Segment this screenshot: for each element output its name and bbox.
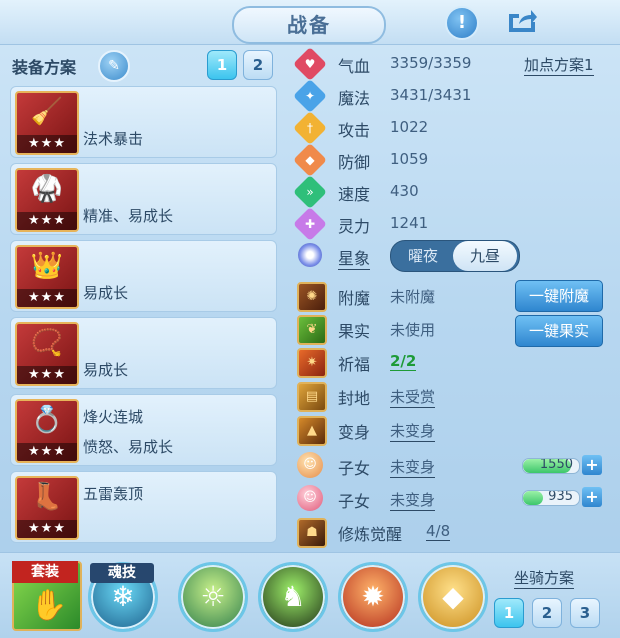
- child-label-1: 子女: [338, 459, 371, 478]
- shield-icon: ◆: [293, 143, 327, 177]
- boots-icon: 👢 ★★★: [15, 476, 79, 540]
- stat-def-label: 防御: [338, 153, 371, 172]
- skill-gold-icon[interactable]: ◆: [418, 562, 488, 632]
- stat-hp-label: 气血: [338, 57, 371, 76]
- transform-label: 变身: [338, 423, 371, 442]
- equip-slot-necklace[interactable]: 📿 ★★★ 易成长: [10, 317, 277, 389]
- equip-slot-helmet[interactable]: 👑 ★★★ 易成长: [10, 240, 277, 312]
- child-girl-icon: ☺: [297, 452, 323, 478]
- fief-label: 封地: [338, 389, 371, 408]
- astro-toggle[interactable]: 曜夜 九昼: [390, 240, 520, 272]
- speed-icon: »: [293, 175, 327, 209]
- transform-value[interactable]: 未变身: [390, 420, 436, 442]
- equip-slot-text: 法术暴击: [83, 130, 144, 148]
- equip-slot-special: 五雷轰顶: [83, 485, 144, 503]
- fruit-label: 果实: [338, 322, 371, 341]
- stat-atk-label: 攻击: [338, 121, 371, 140]
- fruit-icon: ❦: [297, 315, 327, 345]
- blessing-value[interactable]: 2/2: [390, 352, 417, 371]
- weapon-icon: 🧹 ★★★: [15, 91, 79, 155]
- armor-icon: 🥋 ★★★: [15, 168, 79, 232]
- mount-tab-2[interactable]: 2: [532, 598, 562, 628]
- child-bar-1-value: 1550: [539, 458, 573, 472]
- stat-spd-label: 速度: [338, 185, 371, 204]
- equip-slot-special: 烽火连城: [83, 408, 144, 426]
- soul-skill-label: 魂技: [90, 563, 154, 583]
- fief-icon: ▤: [297, 382, 327, 412]
- belt-icon: 💍 ★★★: [15, 399, 79, 463]
- heart-icon: ♥: [293, 47, 327, 81]
- child-boy-icon: ☺: [297, 485, 323, 511]
- child-2-plus-button[interactable]: +: [582, 487, 602, 507]
- transform-icon: ▲: [297, 416, 327, 446]
- plan-tab-1[interactable]: 1: [207, 50, 237, 80]
- blessing-label: 祈福: [338, 355, 371, 374]
- mount-tab-1[interactable]: 1: [494, 598, 524, 628]
- awaken-value[interactable]: 4/8: [426, 522, 451, 541]
- mount-plan-label: 坐骑方案: [514, 569, 575, 589]
- equip-slot-text: 易成长: [83, 361, 129, 379]
- star-sign-icon: [298, 243, 322, 267]
- equip-slot-belt[interactable]: 💍 ★★★ 烽火连城 愤怒、易成长: [10, 394, 277, 466]
- skill-figure-icon[interactable]: ☼: [178, 562, 248, 632]
- enchant-value: 未附魔: [390, 288, 436, 306]
- equip-slot-text: 精准、易成长: [83, 207, 174, 225]
- stat-spirit-label: 灵力: [338, 217, 371, 236]
- enchant-label: 附魔: [338, 289, 371, 308]
- child-value-2[interactable]: 未变身: [390, 489, 436, 511]
- astro-label: 星象: [338, 245, 371, 270]
- awaken-label: 修炼觉醒: [338, 525, 403, 544]
- equip-slot-text: 易成长: [83, 284, 129, 302]
- plan-tab-2[interactable]: 2: [243, 50, 273, 80]
- stat-atk-value: 1022: [390, 118, 429, 136]
- astro-option-night[interactable]: 曜夜: [391, 241, 455, 271]
- equip-slot-weapon[interactable]: 🧹 ★★★ 法术暴击: [10, 86, 277, 158]
- child-value-1[interactable]: 未变身: [390, 456, 436, 478]
- awaken-icon: ☗: [297, 518, 327, 548]
- child-1-plus-button[interactable]: +: [582, 455, 602, 475]
- stat-mp-label: 魔法: [338, 89, 371, 108]
- stat-def-value: 1059: [390, 150, 429, 168]
- spirit-icon: ✚: [293, 207, 327, 241]
- stat-mp-value: 3431/3431: [390, 86, 472, 104]
- hand-icon: ✋: [30, 588, 68, 623]
- child-bar-2-fill: [523, 491, 543, 505]
- skill-fire-icon[interactable]: ✹: [338, 562, 408, 632]
- enchant-icon: ✺: [297, 282, 327, 312]
- equip-slot-boots[interactable]: 👢 ★★★ 五雷轰顶: [10, 471, 277, 543]
- share-icon[interactable]: [503, 6, 539, 36]
- stat-spirit-value: 1241: [390, 214, 429, 232]
- stat-hp-value: 3359/3359: [390, 54, 472, 72]
- necklace-icon: 📿 ★★★: [15, 322, 79, 386]
- one-click-fruit-button[interactable]: 一键果实: [515, 315, 603, 347]
- child-label-2: 子女: [338, 492, 371, 511]
- fruit-value: 未使用: [390, 321, 436, 339]
- equip-slot-armor[interactable]: 🥋 ★★★ 精准、易成长: [10, 163, 277, 235]
- suit-label: 套装: [12, 561, 78, 583]
- addpoint-plan-link[interactable]: 加点方案1: [524, 54, 594, 76]
- edit-plan-pencil-icon[interactable]: ✎: [98, 50, 130, 82]
- mount-tab-3[interactable]: 3: [570, 598, 600, 628]
- fief-value[interactable]: 未受赏: [390, 386, 436, 408]
- astro-option-day[interactable]: 九昼: [453, 241, 517, 271]
- helmet-icon: 👑 ★★★: [15, 245, 79, 309]
- one-click-enchant-button[interactable]: 一键附魔: [515, 280, 603, 312]
- skill-beast-icon[interactable]: ♞: [258, 562, 328, 632]
- child-bar-2-value: 935: [548, 490, 573, 504]
- sword-icon: †: [293, 111, 327, 145]
- child-bar-2: 935: [522, 490, 580, 506]
- mana-icon: ✦: [293, 79, 327, 113]
- equip-plan-label: 装备方案: [12, 58, 77, 77]
- info-button[interactable]: !: [445, 6, 479, 40]
- page-title: 战备: [232, 6, 386, 44]
- child-bar-1: 1550: [522, 458, 580, 474]
- stat-spd-value: 430: [390, 182, 419, 200]
- equip-slot-text: 愤怒、易成长: [83, 438, 174, 456]
- blessing-icon: ✷: [297, 348, 327, 378]
